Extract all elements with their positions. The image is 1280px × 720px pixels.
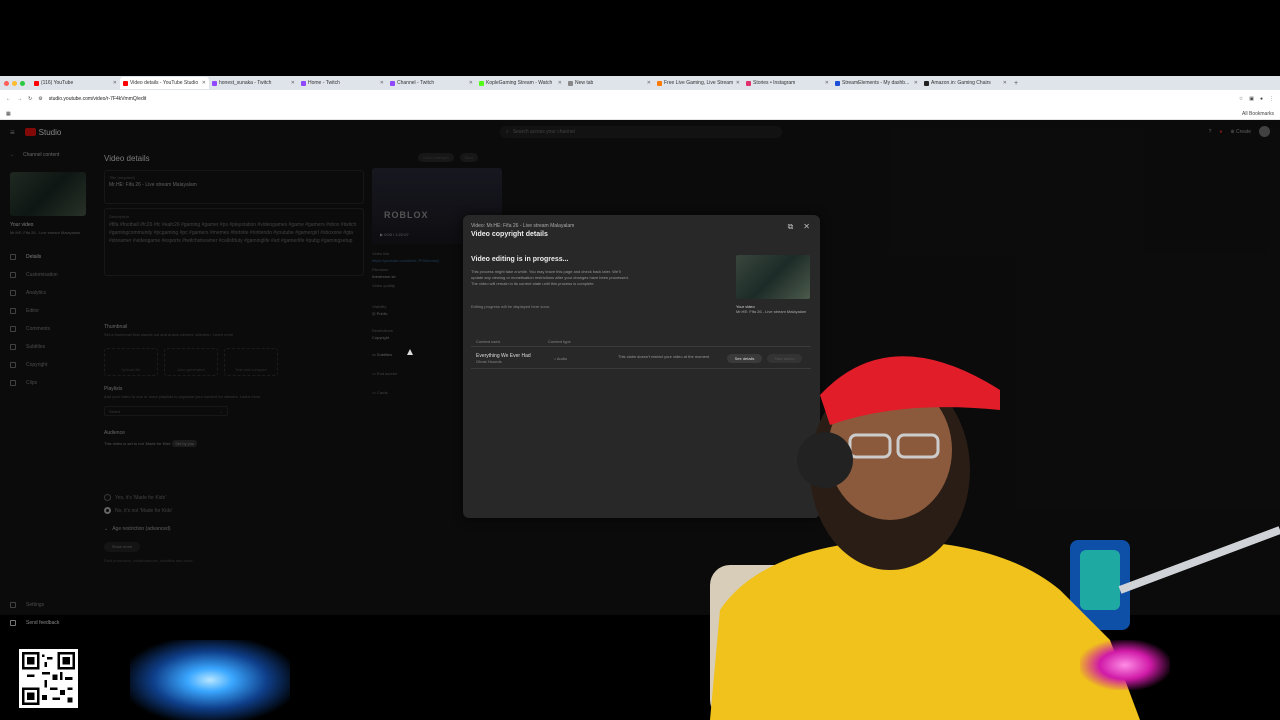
new-tab-button[interactable]: +	[1010, 80, 1022, 87]
tab-close-icon[interactable]: ✕	[558, 80, 562, 86]
tab-favicon-icon	[34, 80, 39, 86]
browser-tab[interactable]: honest_sunaka - Twitch ✕	[209, 77, 298, 89]
browser-tab[interactable]: Home - Twitch ✕	[298, 77, 387, 89]
screen: { "browser": { "tabs": [ {"title": "(116…	[0, 0, 1280, 720]
pink-light-glow	[1080, 640, 1170, 690]
your-video-title: Mr.HE: Fifa 26 - Live stream Malayalam	[736, 309, 807, 314]
browser-tab[interactable]: KopleGaming Stream - Watch ✕	[476, 77, 565, 89]
tab-close-icon[interactable]: ✕	[202, 80, 206, 86]
browser-tab[interactable]: Stories • Instagram ✕	[743, 77, 832, 89]
tab-close-icon[interactable]: ✕	[825, 80, 829, 86]
sidebar-item-label: Send feedback	[26, 620, 60, 626]
claim-artist: Ghost Hounds	[476, 359, 502, 364]
tab-favicon-icon	[479, 80, 484, 86]
qr-code-image	[22, 652, 75, 705]
col-content-type: Content type	[548, 339, 571, 344]
tab-title: Home - Twitch	[308, 80, 340, 86]
tab-title: Stories • Instagram	[753, 80, 796, 86]
browser-tab-bar: (116) YouTube ✕ Video details - YouTube St…	[0, 76, 1280, 90]
profile-icon[interactable]: ●	[1260, 96, 1263, 102]
tab-favicon-icon	[568, 80, 573, 86]
forward-arrow-icon[interactable]: →	[17, 96, 22, 102]
tab-close-icon[interactable]: ✕	[113, 80, 117, 86]
tab-close-icon[interactable]: ✕	[736, 80, 740, 86]
tab-title: New tab	[575, 80, 594, 86]
tab-favicon-icon	[835, 80, 840, 86]
browser-tab[interactable]: New tab ✕	[565, 77, 654, 89]
tab-title: Channel - Twitch	[397, 80, 435, 86]
all-bookmarks-link[interactable]: All Bookmarks	[1242, 111, 1274, 117]
site-info-icon[interactable]: ⚙	[38, 96, 42, 102]
address-bar-row: ← → ↻ ⚙ studio.youtube.com/video/r-7F4kV…	[0, 90, 1280, 108]
tab-title: honest_sunaka - Twitch	[219, 80, 272, 86]
minimize-window-icon[interactable]	[12, 80, 17, 86]
headphones-shape	[797, 432, 853, 488]
bookmark-star-icon[interactable]: ☆	[1239, 96, 1243, 102]
dialog-video-info: Your video Mr.HE: Fifa 26 - Live stream …	[736, 304, 812, 314]
qr-code	[19, 649, 78, 708]
browser-tab[interactable]: Channel - Twitch ✕	[387, 77, 476, 89]
tab-favicon-icon	[212, 80, 217, 86]
tab-close-icon[interactable]: ✕	[380, 80, 384, 86]
mouse-cursor	[407, 349, 413, 355]
browser-tab[interactable]: (116) YouTube ✕	[31, 77, 120, 89]
music-note-icon: ♪	[554, 356, 556, 361]
rgb-lamp-glow	[1080, 550, 1120, 610]
col-content-used: Content used	[476, 339, 500, 344]
editing-heading: Video editing is in progress...	[471, 256, 569, 263]
tab-favicon-icon	[301, 80, 306, 86]
webcam-overlay	[700, 340, 1280, 720]
tab-favicon-icon	[657, 80, 662, 86]
window-controls[interactable]	[0, 80, 31, 86]
browser-tab[interactable]: StreamElements - My dashb... ✕	[832, 77, 921, 89]
feedback-icon[interactable]: ⧉	[788, 222, 794, 232]
claim-type-label: Audio	[556, 356, 568, 361]
dialog-title: Video copyright details	[471, 231, 548, 238]
claim-type: ♪ Audio	[554, 356, 567, 361]
dialog-actions: ⧉ ✕	[788, 222, 810, 232]
tab-close-icon[interactable]: ✕	[291, 80, 295, 86]
tab-title: (116) YouTube	[41, 80, 74, 86]
maximize-window-icon[interactable]	[20, 80, 25, 86]
webcam-image	[710, 356, 1280, 720]
tab-title: Free Live Gaming, Live Stream	[664, 80, 734, 86]
tab-close-icon[interactable]: ✕	[1003, 80, 1007, 86]
extensions-icon[interactable]: ▣	[1249, 96, 1254, 102]
tab-favicon-icon	[390, 80, 395, 86]
feedback-icon	[10, 620, 16, 626]
browser-menu-icon[interactable]: ⋮	[1269, 96, 1274, 102]
tab-title: Amazon.in: Gaming Chairs	[931, 80, 991, 86]
reload-icon[interactable]: ↻	[28, 96, 32, 102]
browser-tab[interactable]: Video details - YouTube Studio ✕	[120, 77, 209, 89]
mic-arm-shape	[1118, 526, 1280, 594]
browser-tab[interactable]: Amazon.in: Gaming Chairs ✕	[921, 77, 1010, 89]
apps-grid-icon[interactable]: ▦	[6, 111, 11, 117]
bookmarks-bar: ▦ All Bookmarks	[0, 108, 1280, 120]
tab-favicon-icon	[746, 80, 751, 86]
back-arrow-icon[interactable]: ←	[6, 96, 11, 102]
blue-light-glow	[130, 640, 290, 720]
editing-body: This process might take a while. You may…	[471, 269, 629, 286]
sidebar-item-send-feedback[interactable]: Send feedback	[10, 614, 59, 632]
tab-favicon-icon	[123, 80, 128, 86]
dialog-video-thumbnail	[736, 255, 810, 299]
tab-favicon-icon	[924, 80, 929, 86]
editing-progress-note: Editing progress will be displayed here …	[471, 304, 551, 309]
tab-title: KopleGaming Stream - Watch	[486, 80, 553, 86]
browser-tab[interactable]: Free Live Gaming, Live Stream ✕	[654, 77, 743, 89]
dialog-subtitle: Video: Mr.HE: Fifa 26 - Live stream Mala…	[471, 223, 575, 229]
tab-title: StreamElements - My dashb...	[842, 80, 910, 86]
close-window-icon[interactable]	[4, 80, 9, 86]
tab-title: Video details - YouTube Studio	[130, 80, 199, 86]
tab-close-icon[interactable]: ✕	[469, 80, 473, 86]
close-icon[interactable]: ✕	[803, 222, 810, 232]
tab-close-icon[interactable]: ✕	[914, 80, 918, 86]
tab-close-icon[interactable]: ✕	[647, 80, 651, 86]
url-input[interactable]: studio.youtube.com/video/r-7F4kVmmQ/edit	[49, 96, 1233, 102]
